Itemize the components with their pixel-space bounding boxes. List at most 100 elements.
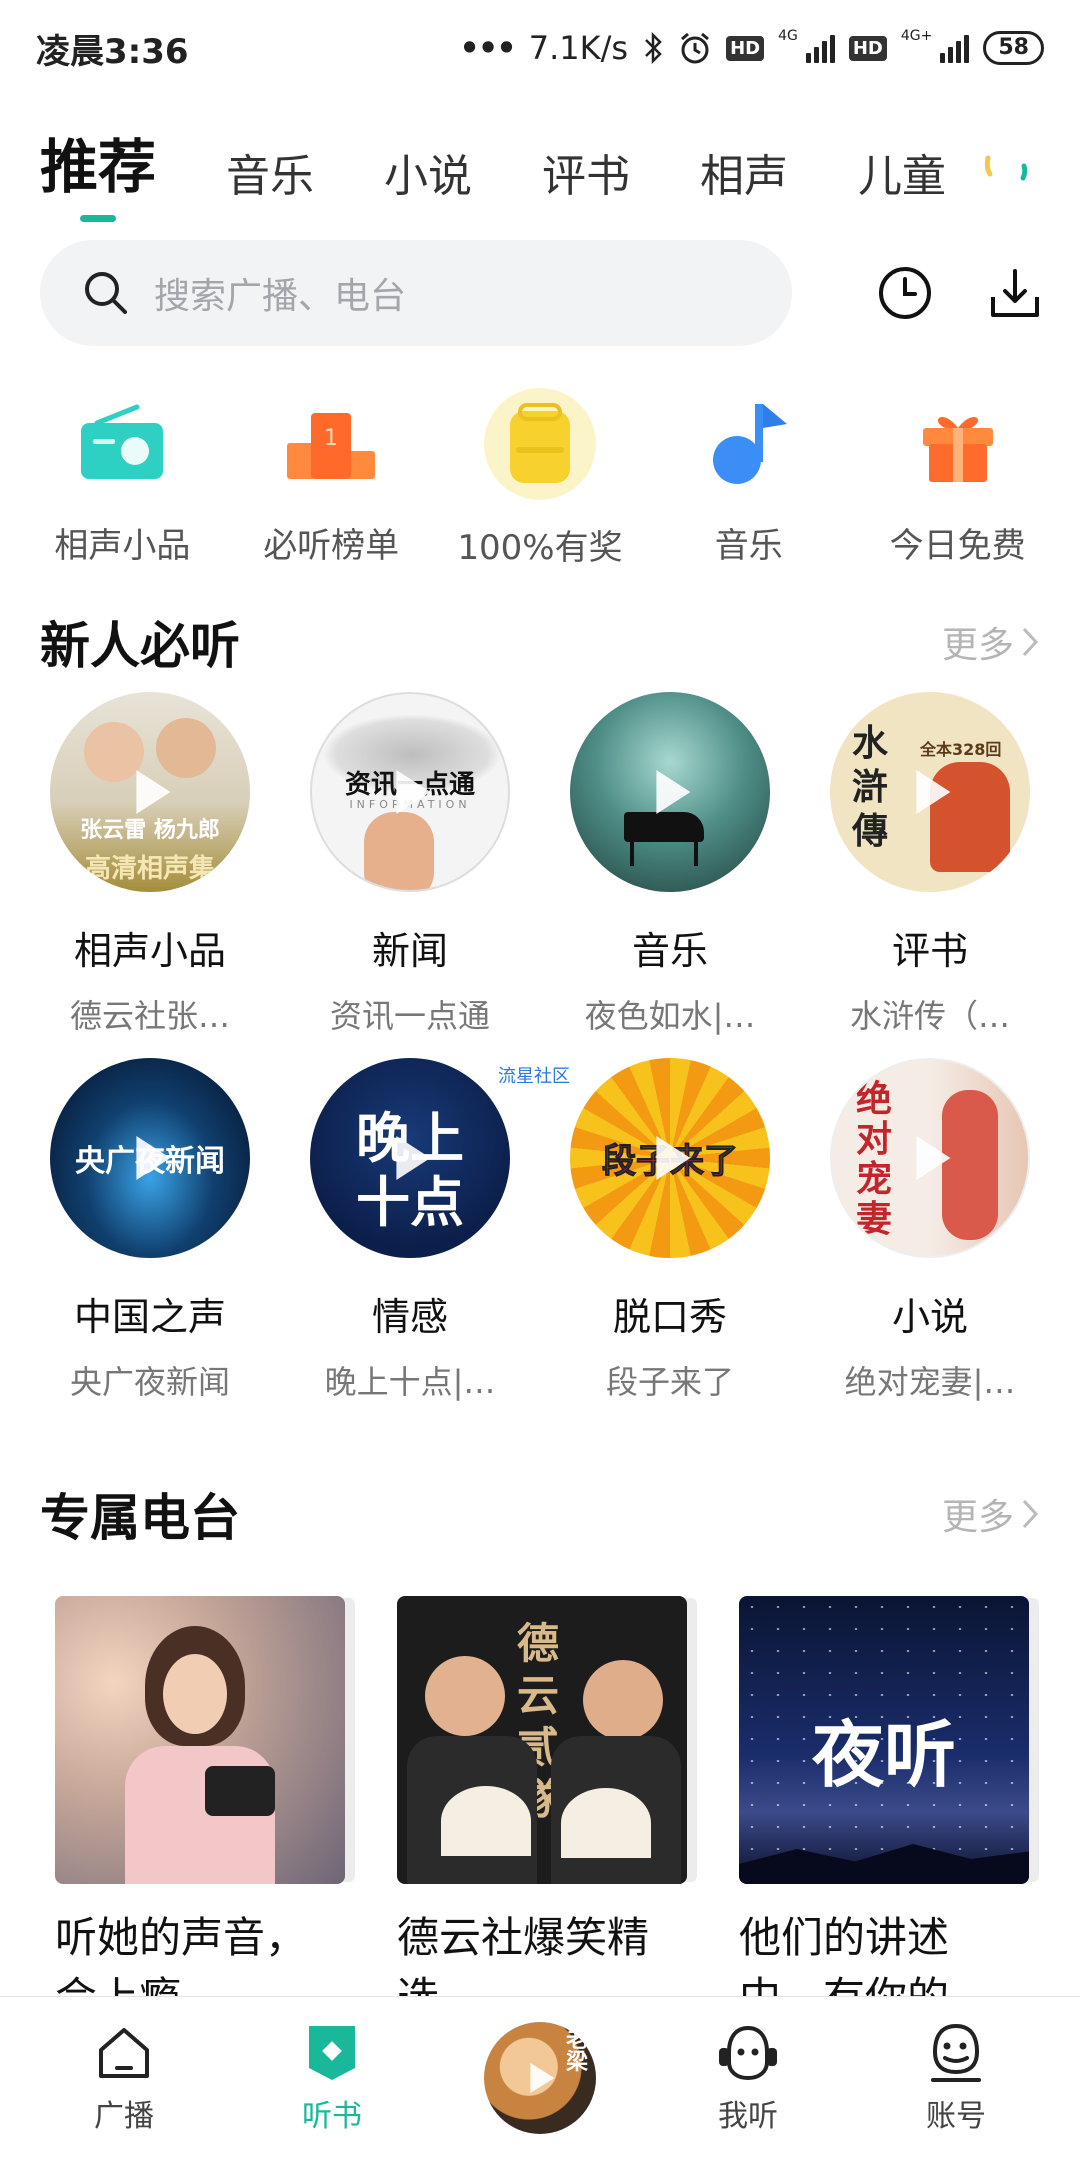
program-item[interactable]: 绝对宠妻 小说 绝对宠妻|…	[810, 1058, 1050, 1403]
history-button[interactable]	[870, 258, 940, 328]
podium-icon: 1	[276, 388, 386, 498]
bottom-nav: 广播 听书 老梁 我听 账号	[0, 1996, 1080, 2158]
program-title: 新闻	[371, 929, 448, 973]
quick-link-label: 必听榜单	[263, 526, 400, 566]
station-cover: 夜听	[739, 1596, 1029, 1884]
quick-link-label: 100%有奖	[457, 528, 623, 568]
category-tabs: 推荐 音乐 小说 评书 相声 儿童	[40, 118, 1080, 222]
now-playing-disc: 老梁	[484, 2021, 596, 2134]
program-title: 相声小品	[73, 929, 226, 973]
station-cover	[55, 1596, 345, 1884]
quick-link-crosstalk[interactable]: 相声小品	[22, 388, 222, 569]
quick-link-prize[interactable]: 100%有奖	[440, 388, 640, 569]
new-listen-row-1: 张云雷 杨九郎 高清相声集 相声小品 德云社张… 资讯一点通 INFORMATI…	[0, 692, 1080, 1037]
music-note-icon	[694, 388, 804, 498]
nav-label: 广播	[94, 2098, 154, 2134]
play-icon	[656, 1136, 691, 1180]
program-item[interactable]: 资讯一点通 INFORMATION 新闻 资讯一点通	[290, 692, 530, 1037]
nav-audiobooks[interactable]: 听书	[242, 2021, 422, 2135]
program-item[interactable]: 晚上 十点 流星社区 情感 晚上十点|…	[290, 1058, 570, 1403]
station-card[interactable]: 听她的声音，会上瘾	[55, 1596, 345, 2018]
program-item[interactable]: 段子来了 脱口秀 段子来了	[550, 1058, 790, 1403]
play-icon	[530, 2062, 555, 2093]
svg-text:1: 1	[324, 426, 338, 451]
search-input[interactable]: 搜索广播、电台	[40, 240, 792, 346]
tab-children[interactable]: 儿童	[858, 140, 946, 218]
quick-link-charts[interactable]: 1 必听榜单	[231, 388, 431, 569]
quick-link-music[interactable]: 音乐	[649, 388, 849, 569]
nav-account[interactable]: 账号	[866, 2021, 1046, 2135]
download-button[interactable]	[980, 258, 1050, 328]
program-title: 评书	[891, 929, 968, 973]
program-item[interactable]: 水滸傳 全本328回 评书 水浒传（…	[810, 692, 1050, 1037]
tab-novel[interactable]: 小说	[384, 140, 472, 218]
cover-watermark: 流星社区	[498, 1066, 570, 1087]
signal-icon	[805, 33, 835, 63]
cover-text: 夜听	[811, 1712, 956, 1797]
search-icon	[85, 272, 127, 314]
nav-broadcast[interactable]: 广播	[34, 2021, 214, 2135]
search-placeholder: 搜索广播、电台	[154, 276, 407, 317]
nav-label: 账号	[926, 2098, 986, 2134]
nav-label: 我听	[718, 2098, 778, 2134]
tab-music[interactable]: 音乐	[226, 140, 314, 218]
program-subtitle: 晚上十点|…	[324, 1363, 496, 1401]
alarm-icon	[681, 32, 710, 64]
status-bar: 凌晨3:36 ••• 7.1K/s HD 4G HD 4G+ 58	[0, 0, 1080, 96]
program-cover: 段子来了	[570, 1058, 770, 1258]
chevron-right-icon	[1022, 627, 1039, 657]
new-listen-row-2: 央广夜新闻 中国之声 央广夜新闻 晚上 十点 流星社区 情感 晚上十点|… 段子…	[0, 1058, 1080, 1403]
tab-overflow-icon[interactable]	[980, 148, 1040, 188]
quick-link-label: 相声小品	[54, 526, 191, 566]
clock-icon	[879, 267, 931, 319]
program-item[interactable]: 音乐 夜色如水|…	[550, 692, 790, 1037]
play-icon	[656, 770, 691, 814]
more-label: 更多	[941, 625, 1014, 666]
tab-recommend[interactable]: 推荐	[40, 120, 156, 222]
cover-text: 绝对宠妻	[856, 1079, 893, 1240]
play-icon	[916, 1136, 951, 1180]
station-card[interactable]: 夜听 他们的讲述中，有你的	[739, 1596, 1029, 2018]
cover-text: 高清相声集	[84, 854, 215, 884]
tab-storytelling[interactable]: 评书	[542, 140, 630, 218]
program-cover: 央广夜新闻	[50, 1058, 250, 1258]
play-icon	[396, 1136, 431, 1180]
backpack-icon	[483, 388, 596, 500]
program-item[interactable]: 央广夜新闻 中国之声 央广夜新闻	[30, 1058, 270, 1403]
status-icons: ••• 7.1K/s HD 4G HD 4G+ 58	[459, 28, 1044, 67]
cover-text: 张云雷 杨九郎	[80, 818, 220, 843]
cover-text: 水滸傳	[852, 723, 889, 852]
more-link[interactable]: 更多	[942, 616, 1040, 668]
more-label: 更多	[941, 1497, 1014, 1538]
station-card[interactable]: 德云 贰 隊 德云社爆笑精选	[397, 1596, 687, 2018]
cover-text: 全本328回	[920, 740, 1002, 759]
section-new-header: 新人必听 更多	[40, 606, 1040, 678]
quick-link-label: 今日免费	[889, 526, 1026, 566]
tab-crosstalk[interactable]: 相声	[700, 140, 788, 218]
search-row: 搜索广播、电台	[40, 240, 1040, 346]
bluetooth-icon	[645, 32, 662, 64]
download-icon	[991, 269, 1039, 317]
nav-my-listening[interactable]: 我听	[658, 2021, 838, 2135]
program-subtitle: 水浒传（…	[849, 997, 1010, 1035]
program-cover: 张云雷 杨九郎 高清相声集	[50, 692, 250, 892]
chevron-right-icon	[1022, 1499, 1039, 1529]
section-title: 新人必听	[40, 617, 240, 675]
play-icon	[396, 770, 431, 814]
nav-label: 听书	[302, 2098, 362, 2134]
network-type-2: 4G+	[900, 28, 933, 44]
network-type: 4G	[778, 28, 798, 44]
radio-icon	[67, 388, 177, 498]
program-title: 音乐	[631, 929, 708, 973]
program-subtitle: 资讯一点通	[329, 997, 490, 1035]
gift-icon	[903, 388, 1013, 498]
more-link[interactable]: 更多	[942, 1488, 1040, 1540]
program-title: 情感	[371, 1295, 448, 1339]
hd-badge: HD	[726, 35, 765, 61]
program-cover	[570, 692, 770, 892]
program-cover: 绝对宠妻	[830, 1058, 1030, 1258]
quick-link-free[interactable]: 今日免费	[858, 388, 1058, 569]
now-playing-button[interactable]: 老梁	[450, 2021, 630, 2134]
program-item[interactable]: 张云雷 杨九郎 高清相声集 相声小品 德云社张…	[30, 692, 270, 1037]
battery-indicator: 58	[983, 31, 1044, 65]
